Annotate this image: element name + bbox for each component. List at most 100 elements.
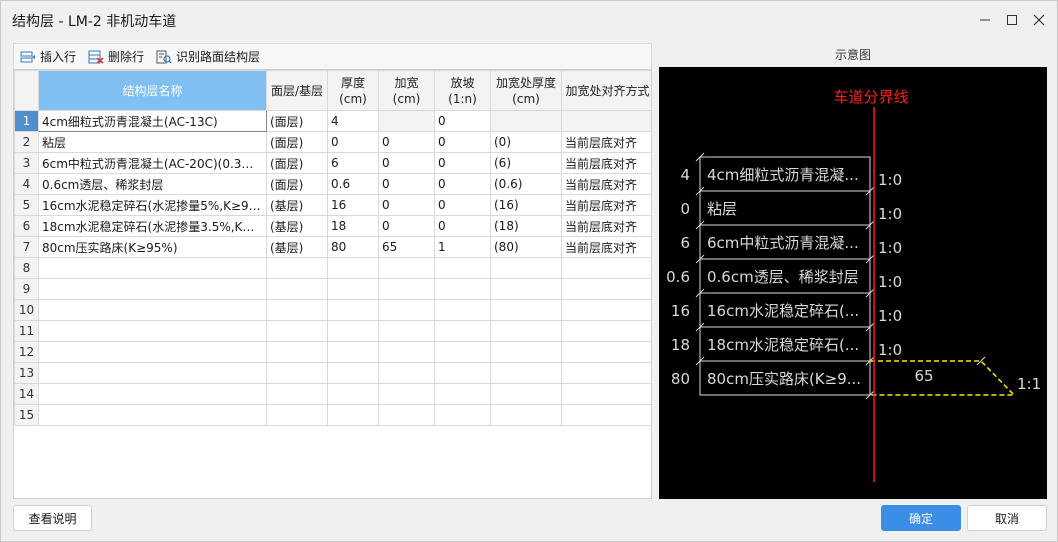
close-icon[interactable] <box>1028 9 1050 31</box>
layer-name-cell[interactable]: 80cm压实路床(K≥95%) <box>38 236 267 258</box>
slope-cell[interactable] <box>434 383 491 405</box>
row-number-cell[interactable]: 8 <box>14 257 39 279</box>
widen-align-cell[interactable] <box>561 110 651 132</box>
widen-thickness-cell[interactable] <box>490 110 562 132</box>
row-number-cell[interactable]: 15 <box>14 404 39 426</box>
table-row[interactable]: 15 <box>14 404 651 426</box>
layer-name-cell[interactable]: 16cm水泥稳定碎石(水泥掺量5%,K≥98... <box>38 194 267 216</box>
widen-cell[interactable] <box>378 110 435 132</box>
layer-name-cell[interactable] <box>38 320 267 342</box>
header-widen-thickness[interactable]: 加宽处厚度 (cm) <box>490 70 562 111</box>
thickness-cell[interactable] <box>327 341 379 363</box>
widen-thickness-cell[interactable] <box>490 278 562 300</box>
table-row[interactable]: 8 <box>14 257 651 279</box>
thickness-cell[interactable]: 80 <box>327 236 379 258</box>
widen-thickness-cell[interactable] <box>490 404 562 426</box>
row-number-cell[interactable]: 1 <box>14 110 39 132</box>
table-row[interactable]: 3 6cm中粒式沥青混凝土(AC-20C)(0.3%... (面层) 6 0 0 (6) 当前… <box>14 152 651 174</box>
thickness-cell[interactable] <box>327 257 379 279</box>
widen-align-cell[interactable]: 当前层底对齐 <box>561 236 651 258</box>
row-number-cell[interactable]: 12 <box>14 341 39 363</box>
header-thickness[interactable]: 厚度 (cm) <box>327 70 379 111</box>
slope-cell[interactable] <box>434 320 491 342</box>
widen-cell[interactable]: 0 <box>378 215 435 237</box>
widen-align-cell[interactable]: 当前层底对齐 <box>561 152 651 174</box>
layer-name-cell[interactable]: 粘层 <box>38 131 267 153</box>
layer-type-cell[interactable]: (基层) <box>266 236 328 258</box>
cancel-button[interactable]: 取消 <box>967 505 1047 531</box>
header-slope[interactable]: 放坡 (1:n) <box>434 70 491 111</box>
widen-cell[interactable]: 0 <box>378 152 435 174</box>
ok-button[interactable]: 确定 <box>881 505 961 531</box>
widen-thickness-cell[interactable]: (16) <box>490 194 562 216</box>
thickness-cell[interactable] <box>327 383 379 405</box>
widen-align-cell[interactable]: 当前层底对齐 <box>561 215 651 237</box>
widen-align-cell[interactable] <box>561 299 651 321</box>
layer-name-cell[interactable] <box>38 299 267 321</box>
widen-cell[interactable]: 0 <box>378 173 435 195</box>
row-number-cell[interactable]: 10 <box>14 299 39 321</box>
layer-name-cell[interactable]: 18cm水泥稳定碎石(水泥掺量3.5%,K≥9... <box>38 215 267 237</box>
layer-name-cell[interactable] <box>38 257 267 279</box>
layer-name-cell[interactable]: 4cm细粒式沥青混凝土(AC-13C) <box>38 110 267 132</box>
thickness-cell[interactable] <box>327 362 379 384</box>
thickness-cell[interactable]: 4 <box>327 110 379 132</box>
thickness-cell[interactable]: 0 <box>327 131 379 153</box>
widen-cell[interactable] <box>378 299 435 321</box>
widen-cell[interactable] <box>378 320 435 342</box>
widen-align-cell[interactable] <box>561 404 651 426</box>
widen-align-cell[interactable] <box>561 257 651 279</box>
layer-type-cell[interactable] <box>266 299 328 321</box>
layer-type-cell[interactable]: (基层) <box>266 215 328 237</box>
table-row[interactable]: 12 <box>14 341 651 363</box>
widen-align-cell[interactable]: 当前层底对齐 <box>561 194 651 216</box>
thickness-cell[interactable] <box>327 404 379 426</box>
row-number-cell[interactable]: 14 <box>14 383 39 405</box>
insert-row-button[interactable]: 插入行 <box>20 46 76 68</box>
table-row[interactable]: 10 <box>14 299 651 321</box>
layer-name-cell[interactable] <box>38 278 267 300</box>
header-widen[interactable]: 加宽 (cm) <box>378 70 435 111</box>
row-number-cell[interactable]: 6 <box>14 215 39 237</box>
layer-type-cell[interactable]: (面层) <box>266 173 328 195</box>
layer-type-cell[interactable] <box>266 257 328 279</box>
widen-thickness-cell[interactable]: (0.6) <box>490 173 562 195</box>
slope-cell[interactable]: 0 <box>434 131 491 153</box>
help-button[interactable]: 查看说明 <box>13 505 92 531</box>
widen-cell[interactable]: 0 <box>378 194 435 216</box>
widen-cell[interactable] <box>378 404 435 426</box>
row-number-cell[interactable]: 4 <box>14 173 39 195</box>
slope-cell[interactable] <box>434 278 491 300</box>
table-row[interactable]: 14 <box>14 383 651 405</box>
layer-name-cell[interactable]: 6cm中粒式沥青混凝土(AC-20C)(0.3%... <box>38 152 267 174</box>
thickness-cell[interactable] <box>327 320 379 342</box>
widen-thickness-cell[interactable]: (80) <box>490 236 562 258</box>
slope-cell[interactable] <box>434 341 491 363</box>
layer-type-cell[interactable] <box>266 404 328 426</box>
layer-type-cell[interactable]: (基层) <box>266 194 328 216</box>
layer-type-cell[interactable] <box>266 383 328 405</box>
layer-type-cell[interactable] <box>266 341 328 363</box>
row-number-cell[interactable]: 11 <box>14 320 39 342</box>
layer-type-cell[interactable] <box>266 320 328 342</box>
table-row[interactable]: 2 粘层 (面层) 0 0 0 (0) 当前层底对齐 <box>14 131 651 153</box>
table-row[interactable]: 5 16cm水泥稳定碎石(水泥掺量5%,K≥98... (基层) 16 0 0 (16) 当前… <box>14 194 651 216</box>
thickness-cell[interactable]: 6 <box>327 152 379 174</box>
slope-cell[interactable] <box>434 299 491 321</box>
row-number-cell[interactable]: 13 <box>14 362 39 384</box>
widen-align-cell[interactable] <box>561 362 651 384</box>
slope-cell[interactable]: 0 <box>434 194 491 216</box>
slope-cell[interactable]: 0 <box>434 110 491 132</box>
row-number-cell[interactable]: 7 <box>14 236 39 258</box>
widen-thickness-cell[interactable] <box>490 362 562 384</box>
layer-type-cell[interactable] <box>266 278 328 300</box>
widen-thickness-cell[interactable]: (6) <box>490 152 562 174</box>
thickness-cell[interactable]: 18 <box>327 215 379 237</box>
layer-type-cell[interactable]: (面层) <box>266 110 328 132</box>
widen-align-cell[interactable]: 当前层底对齐 <box>561 173 651 195</box>
row-number-cell[interactable]: 9 <box>14 278 39 300</box>
slope-cell[interactable]: 0 <box>434 152 491 174</box>
table-row[interactable]: 9 <box>14 278 651 300</box>
header-layer-name[interactable]: 结构层名称 <box>38 70 267 111</box>
widen-cell[interactable]: 0 <box>378 131 435 153</box>
